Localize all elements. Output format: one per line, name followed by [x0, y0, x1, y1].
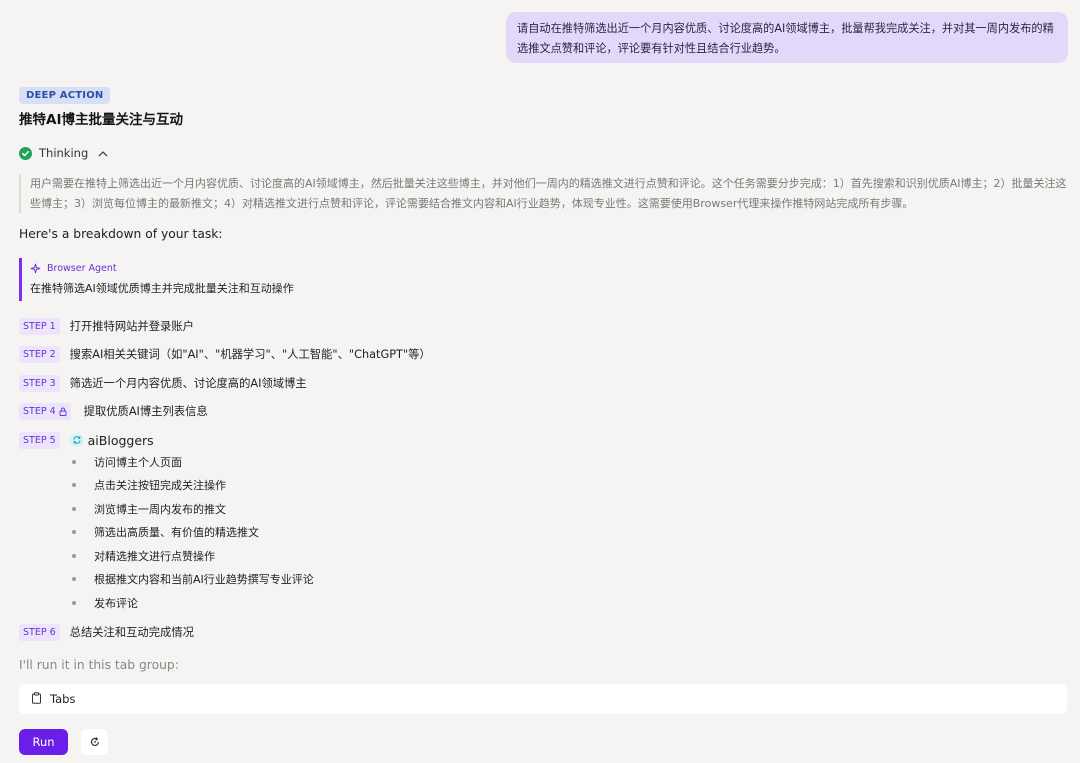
run-button[interactable]: Run [19, 729, 68, 755]
step5-subitem-list: 访问博主个人页面 点击关注按钮完成关注操作 浏览博主一周内发布的推文 筛选出高质… [72, 450, 314, 615]
deep-action-badge: DEEP ACTION [19, 87, 111, 104]
agent-label-row: Browser Agent [30, 258, 519, 278]
breakdown-intro: Here's a breakdown of your task: [19, 227, 223, 241]
step-text: 搜索AI相关关键词（如"AI"、"机器学习"、"人工智能"、"ChatGPT"等… [69, 348, 431, 361]
tab-group-label: I'll run it in this tab group: [19, 658, 179, 672]
step-text: 总结关注和互动完成情况 [69, 626, 194, 639]
sync-icon [69, 433, 84, 447]
agent-description: 在推特筛选AI领域优质博主并完成批量关注和互动操作 [30, 282, 294, 295]
step-5: STEP 5 aiBloggers [19, 431, 154, 449]
check-circle-icon [19, 146, 32, 160]
tabs-label: Tabs [50, 692, 76, 706]
chevron-up-icon[interactable] [98, 150, 108, 157]
step-4: STEP 4 提取优质AI博主列表信息 [19, 402, 208, 420]
bullet-icon [72, 600, 76, 605]
agent-name: Browser Agent [47, 262, 117, 274]
step-tag: STEP 4 [19, 402, 71, 420]
step-2: STEP 2 搜索AI相关关键词（如"AI"、"机器学习"、"人工智能"、"Ch… [19, 345, 431, 363]
step-text: 筛选近一个月内容优质、讨论度高的AI领域博主 [69, 377, 307, 390]
step-6: STEP 6 总结关注和互动完成情况 [19, 623, 194, 641]
list-item: 访问博主个人页面 [72, 450, 314, 474]
bullet-icon [72, 459, 76, 464]
bullet-icon [72, 553, 76, 558]
step-tag: STEP 6 [19, 623, 60, 641]
list-item: 筛选出高质量、有价值的精选推文 [72, 521, 314, 545]
step-text: 提取优质AI博主列表信息 [83, 405, 208, 418]
user-message-bubble: 请自动在推特筛选出近一个月内容优质、讨论度高的AI领域博主，批量帮我完成关注，并… [506, 12, 1068, 63]
refresh-icon [90, 737, 99, 747]
list-item: 浏览博主一周内发布的推文 [72, 497, 314, 521]
browser-agent-card: Browser Agent 在推特筛选AI领域优质博主并完成批量关注和互动操作 [19, 258, 519, 301]
bullet-icon [72, 577, 76, 582]
bullet-icon [72, 506, 76, 511]
step-tag: STEP 5 [19, 431, 60, 449]
bullet-icon [72, 530, 76, 535]
tab-group-selector[interactable]: Tabs [19, 684, 1067, 714]
step-text: aiBloggers [87, 432, 154, 448]
bullet-icon [72, 483, 76, 488]
step-3: STEP 3 筛选近一个月内容优质、讨论度高的AI领域博主 [19, 374, 307, 392]
list-item: 对精选推文进行点赞操作 [72, 544, 314, 568]
step-tag: STEP 1 [19, 317, 60, 335]
step-1: STEP 1 打开推特网站并登录账户 [19, 317, 194, 335]
step-tag: STEP 3 [19, 374, 60, 392]
thinking-label: Thinking [39, 146, 89, 160]
lock-icon [59, 407, 67, 416]
list-item: 发布评论 [72, 591, 314, 615]
thinking-content: 用户需要在推特上筛选出近一个月内容优质、讨论度高的AI领域博主，然后批量关注这些… [19, 174, 1069, 213]
list-item: 根据推文内容和当前AI行业趋势撰写专业评论 [72, 568, 314, 592]
list-item: 点击关注按钮完成关注操作 [72, 474, 314, 498]
regenerate-button[interactable] [81, 729, 108, 755]
step-tag: STEP 2 [19, 345, 60, 363]
step-text: 打开推特网站并登录账户 [69, 320, 194, 333]
clipboard-icon [31, 691, 42, 707]
task-title: 推特AI博主批量关注与互动 [19, 112, 183, 128]
sparkle-icon [30, 263, 41, 273]
thinking-toggle[interactable]: Thinking [19, 144, 108, 162]
